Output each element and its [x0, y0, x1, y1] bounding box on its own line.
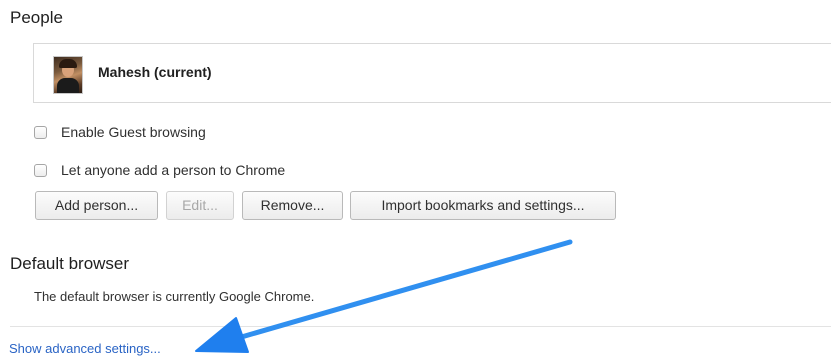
import-bookmarks-button[interactable]: Import bookmarks and settings... — [350, 191, 616, 220]
profile-name[interactable]: Mahesh (current) — [98, 64, 212, 80]
guest-browsing-row[interactable]: Enable Guest browsing — [34, 123, 206, 141]
guest-browsing-label[interactable]: Enable Guest browsing — [61, 124, 206, 140]
default-browser-section-title: Default browser — [10, 254, 130, 273]
show-advanced-settings-link[interactable]: Show advanced settings... — [9, 341, 161, 356]
add-person-button[interactable]: Add person... — [35, 191, 158, 220]
profile-list[interactable]: Mahesh (current) — [33, 43, 831, 103]
default-browser-status: The default browser is currently Google … — [34, 289, 315, 304]
anyone-add-person-checkbox[interactable] — [34, 163, 47, 177]
anyone-add-person-label[interactable]: Let anyone add a person to Chrome — [61, 162, 285, 178]
divider — [10, 326, 831, 327]
edit-button[interactable]: Edit... — [166, 191, 234, 220]
guest-browsing-checkbox[interactable] — [34, 125, 47, 139]
remove-button[interactable]: Remove... — [242, 191, 343, 220]
avatar — [53, 56, 83, 94]
people-section-title: People — [10, 8, 63, 27]
anyone-add-person-row[interactable]: Let anyone add a person to Chrome — [34, 161, 285, 179]
